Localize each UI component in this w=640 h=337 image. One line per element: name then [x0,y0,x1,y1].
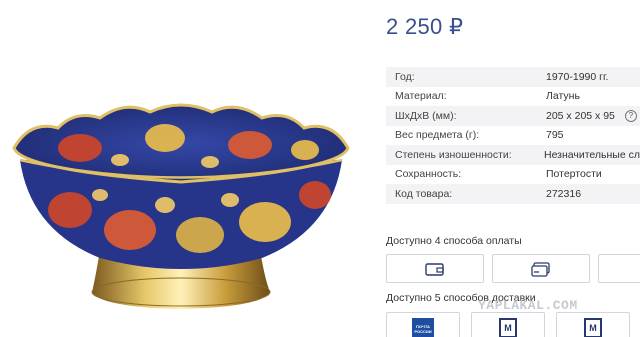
watermark: YAPLAKAL.COM [478,298,578,313]
spec-label: Сохранность: [395,168,462,181]
payment-option-phone[interactable] [598,254,640,283]
bowl-image [12,103,350,309]
delivery-options: ПОЧТА РОССИИ М М [386,312,630,337]
spec-label: Степень изношенности: [395,148,512,161]
payment-options [386,254,640,283]
delivery-option-2[interactable]: М [471,312,545,337]
metro-logo-icon: М [584,318,602,337]
payment-option-card[interactable] [492,254,590,283]
wallet-icon [425,262,444,276]
spec-value: 205 х 205 х 95 [546,109,615,122]
spec-value: 1970-1990 гг. [546,70,609,83]
spec-label: Год: [395,70,415,83]
payment-title: Доступно 4 способа оплаты [386,235,522,247]
spec-row-weight: Вес предмета (г): 795 [386,126,640,146]
spec-value: Латунь [546,90,580,103]
spec-row-dimensions: ШхДхВ (мм): 205 х 205 х 95 ? [386,106,640,126]
spec-table: Год: 1970-1990 гг. Материал: Латунь ШхДх… [386,67,640,204]
spec-row-material: Материал: Латунь [386,87,640,107]
help-icon[interactable]: ? [624,109,637,122]
spec-value: Незначительные сл [543,148,640,161]
payment-option-wallet[interactable] [386,254,484,283]
russian-post-logo: ПОЧТА РОССИИ [412,318,434,337]
spec-label: Материал: [395,90,447,103]
spec-label: Код товара: [395,187,453,200]
product-price: 2 250 ₽ [386,14,464,39]
delivery-option-3[interactable]: М [556,312,630,337]
spec-row-condition: Сохранность: Потертости [386,165,640,185]
phone-icon [636,261,640,277]
spec-value-wrap: 205 х 205 х 95 ? [546,109,637,122]
spec-row-wear: Степень изношенности: Незначительные сл [386,145,640,165]
product-photo[interactable] [0,0,363,337]
spec-label: ШхДхВ (мм): [395,109,457,122]
delivery-option-russian-post[interactable]: ПОЧТА РОССИИ [386,312,460,337]
product-info-panel: 2 250 ₽ Год: 1970-1990 гг. Материал: Лат… [386,0,640,337]
spec-value: 795 [546,129,564,142]
card-icon [531,261,550,277]
metro-logo-icon: М [499,318,517,337]
spec-label: Вес предмета (г): [395,129,480,142]
spec-value: Потертости [546,168,602,181]
spec-row-year: Год: 1970-1990 гг. [386,67,640,87]
spec-value: 272316 [546,187,582,200]
spec-row-code: Код товара: 272316 [386,184,640,204]
